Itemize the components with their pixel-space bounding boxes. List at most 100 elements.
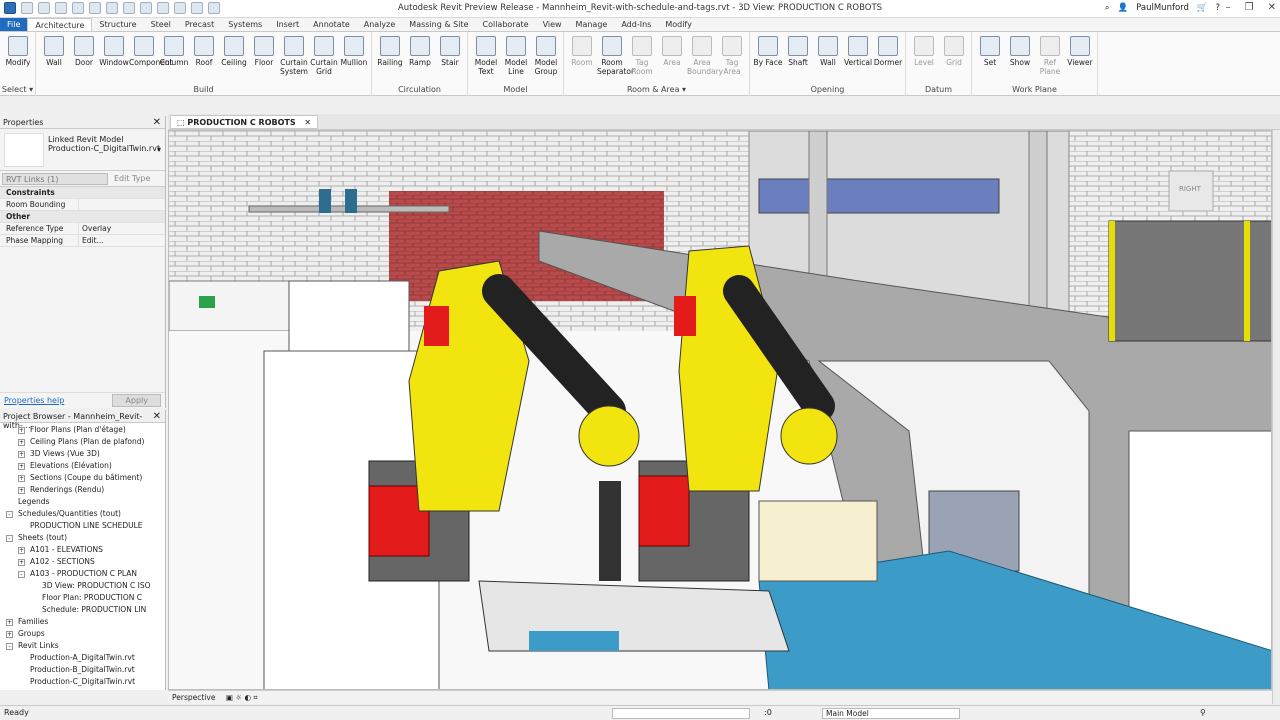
expand-icon[interactable]: + bbox=[18, 487, 25, 494]
tab-collaborate[interactable]: Collaborate bbox=[476, 18, 536, 31]
edit-type-button[interactable]: Edit Type bbox=[108, 173, 163, 184]
browser-item[interactable]: + Sections (Coupe du bâtiment) bbox=[0, 473, 165, 485]
ref-plane-button[interactable]: Ref Plane bbox=[1035, 36, 1065, 76]
door-button[interactable]: Door bbox=[69, 36, 99, 67]
sun-path-icon[interactable]: ☼ bbox=[235, 693, 242, 702]
curtain-grid-button[interactable]: Curtain Grid bbox=[309, 36, 339, 76]
browser-item[interactable]: Production-B_DigitalTwin.rvt bbox=[0, 665, 165, 677]
wall-button[interactable]: Wall bbox=[39, 36, 69, 67]
vertical-button[interactable]: Vertical bbox=[843, 36, 873, 67]
user-name[interactable]: PaulMunford bbox=[1136, 3, 1189, 13]
crop-icon[interactable]: ⌗ bbox=[253, 693, 257, 702]
tag-room-button[interactable]: Tag Room bbox=[627, 36, 657, 76]
browser-item[interactable]: + Floor Plans (Plan d'étage) bbox=[0, 425, 165, 437]
component-button[interactable]: Component bbox=[129, 36, 173, 67]
tab-manage[interactable]: Manage bbox=[569, 18, 615, 31]
browser-item[interactable]: Production-A_DigitalTwin.rvt bbox=[0, 653, 165, 665]
expand-icon[interactable]: + bbox=[6, 631, 13, 638]
browser-item[interactable]: + Elevations (Élévation) bbox=[0, 461, 165, 473]
expand-icon[interactable]: + bbox=[18, 559, 25, 566]
browser-item[interactable]: - Sheets (tout) bbox=[0, 533, 165, 545]
tab-steel[interactable]: Steel bbox=[144, 18, 178, 31]
browser-item[interactable]: Floor Plan: PRODUCTION C bbox=[0, 593, 165, 605]
cart-icon[interactable]: 🛒 bbox=[1197, 3, 1208, 13]
tab-file[interactable]: File bbox=[0, 18, 28, 31]
tab-architecture[interactable]: Architecture bbox=[27, 18, 93, 31]
floor-button[interactable]: Floor bbox=[249, 36, 279, 67]
tab-add-ins[interactable]: Add-Ins bbox=[614, 18, 658, 31]
tab-annotate[interactable]: Annotate bbox=[306, 18, 357, 31]
browser-item[interactable]: +3D Views (Vue 3D) bbox=[0, 449, 165, 461]
browser-item[interactable]: + Families bbox=[0, 617, 165, 629]
level-button[interactable]: Level bbox=[909, 36, 939, 67]
vertical-scrollbar[interactable] bbox=[1272, 130, 1280, 704]
viewer-button[interactable]: Viewer bbox=[1065, 36, 1095, 67]
expand-icon[interactable]: + bbox=[18, 547, 25, 554]
by-face-button[interactable]: By Face bbox=[753, 36, 783, 67]
browser-item[interactable]: - A103 - PRODUCTION C PLAN bbox=[0, 569, 165, 581]
tab-massing-site[interactable]: Massing & Site bbox=[402, 18, 475, 31]
tab-analyze[interactable]: Analyze bbox=[357, 18, 403, 31]
tab-production-c-robots[interactable]: ⬚ PRODUCTION C ROBOTS ✕ bbox=[170, 115, 319, 129]
property-value[interactable]: Edit... bbox=[78, 235, 165, 246]
visual-style-icon[interactable]: ▣ bbox=[226, 693, 233, 702]
type-selector[interactable]: Linked Revit Model Production-C_DigitalT… bbox=[0, 129, 165, 171]
dormer-button[interactable]: Dormer bbox=[873, 36, 903, 67]
browser-item[interactable]: + Renderings (Rendu) bbox=[0, 485, 165, 497]
tab-systems[interactable]: Systems bbox=[221, 18, 269, 31]
mullion-button[interactable]: Mullion bbox=[339, 36, 369, 67]
close-icon[interactable]: ✕ bbox=[1268, 2, 1276, 13]
modify-button[interactable]: Modify bbox=[3, 36, 33, 67]
close-icon[interactable]: ✕ bbox=[153, 411, 161, 422]
browser-item[interactable]: Schedule: PRODUCTION LIN bbox=[0, 605, 165, 617]
3d-view-canvas[interactable]: RIGHT bbox=[168, 130, 1272, 690]
grid-button[interactable]: Grid bbox=[939, 36, 969, 67]
stair-button[interactable]: Stair bbox=[435, 36, 465, 67]
property-section[interactable]: Other bbox=[0, 211, 165, 223]
instance-filter[interactable]: RVT Links (1) bbox=[2, 173, 108, 185]
browser-item[interactable]: PRODUCTION LINE SCHEDULE bbox=[0, 521, 165, 533]
user-icon[interactable]: 👤 bbox=[1118, 3, 1129, 13]
close-icon[interactable]: ✕ bbox=[153, 117, 161, 128]
expand-icon[interactable]: + bbox=[18, 439, 25, 446]
collapse-icon[interactable]: - bbox=[18, 571, 25, 578]
model-text-button[interactable]: Model Text bbox=[471, 36, 501, 76]
expand-icon[interactable]: + bbox=[6, 619, 13, 626]
apply-button[interactable]: Apply bbox=[112, 394, 161, 407]
browser-item[interactable]: + A102 - SECTIONS bbox=[0, 557, 165, 569]
property-section[interactable]: Constraints bbox=[0, 187, 165, 199]
properties-help-link[interactable]: Properties help bbox=[4, 396, 64, 405]
collapse-icon[interactable]: - bbox=[6, 511, 13, 518]
property-value[interactable] bbox=[78, 199, 165, 210]
design-option-field[interactable]: Main Model bbox=[822, 708, 960, 719]
close-icon[interactable]: ✕ bbox=[304, 118, 311, 127]
model-line-button[interactable]: Model Line bbox=[501, 36, 531, 76]
minimize-icon[interactable]: – bbox=[1226, 2, 1231, 13]
tab-insert[interactable]: Insert bbox=[269, 18, 306, 31]
browser-item[interactable]: 3D View: PRODUCTION C ISO bbox=[0, 581, 165, 593]
set-button[interactable]: Set bbox=[975, 36, 1005, 67]
filter-icon[interactable]: ⚲ bbox=[1200, 708, 1206, 717]
collapse-icon[interactable]: - bbox=[6, 643, 13, 650]
expand-icon[interactable]: + bbox=[18, 463, 25, 470]
property-value[interactable]: Overlay bbox=[78, 223, 165, 234]
area-boundary-button[interactable]: Area Boundary bbox=[687, 36, 723, 76]
browser-item[interactable]: + A101 - ELEVATIONS bbox=[0, 545, 165, 557]
expand-icon[interactable]: + bbox=[18, 427, 25, 434]
tab-structure[interactable]: Structure bbox=[92, 18, 143, 31]
browser-item[interactable]: Production-C_DigitalTwin.rvt bbox=[0, 677, 165, 689]
expand-icon[interactable]: + bbox=[18, 451, 25, 458]
room-separator-button[interactable]: Room Separator bbox=[597, 36, 634, 76]
model-group-button[interactable]: Model Group bbox=[531, 36, 561, 76]
expand-icon[interactable]: + bbox=[18, 475, 25, 482]
column-button[interactable]: Column bbox=[159, 36, 189, 67]
curtain-system-button[interactable]: Curtain System bbox=[279, 36, 309, 76]
tab-modify[interactable]: Modify bbox=[658, 18, 699, 31]
ceiling-button[interactable]: Ceiling bbox=[219, 36, 249, 67]
railing-button[interactable]: Railing bbox=[375, 36, 405, 67]
browser-item[interactable]: + Groups bbox=[0, 629, 165, 641]
projection-label[interactable]: Perspective bbox=[172, 693, 215, 702]
collapse-icon[interactable]: - bbox=[6, 535, 13, 542]
roof-button[interactable]: Roof bbox=[189, 36, 219, 67]
wall-button[interactable]: Wall bbox=[813, 36, 843, 67]
